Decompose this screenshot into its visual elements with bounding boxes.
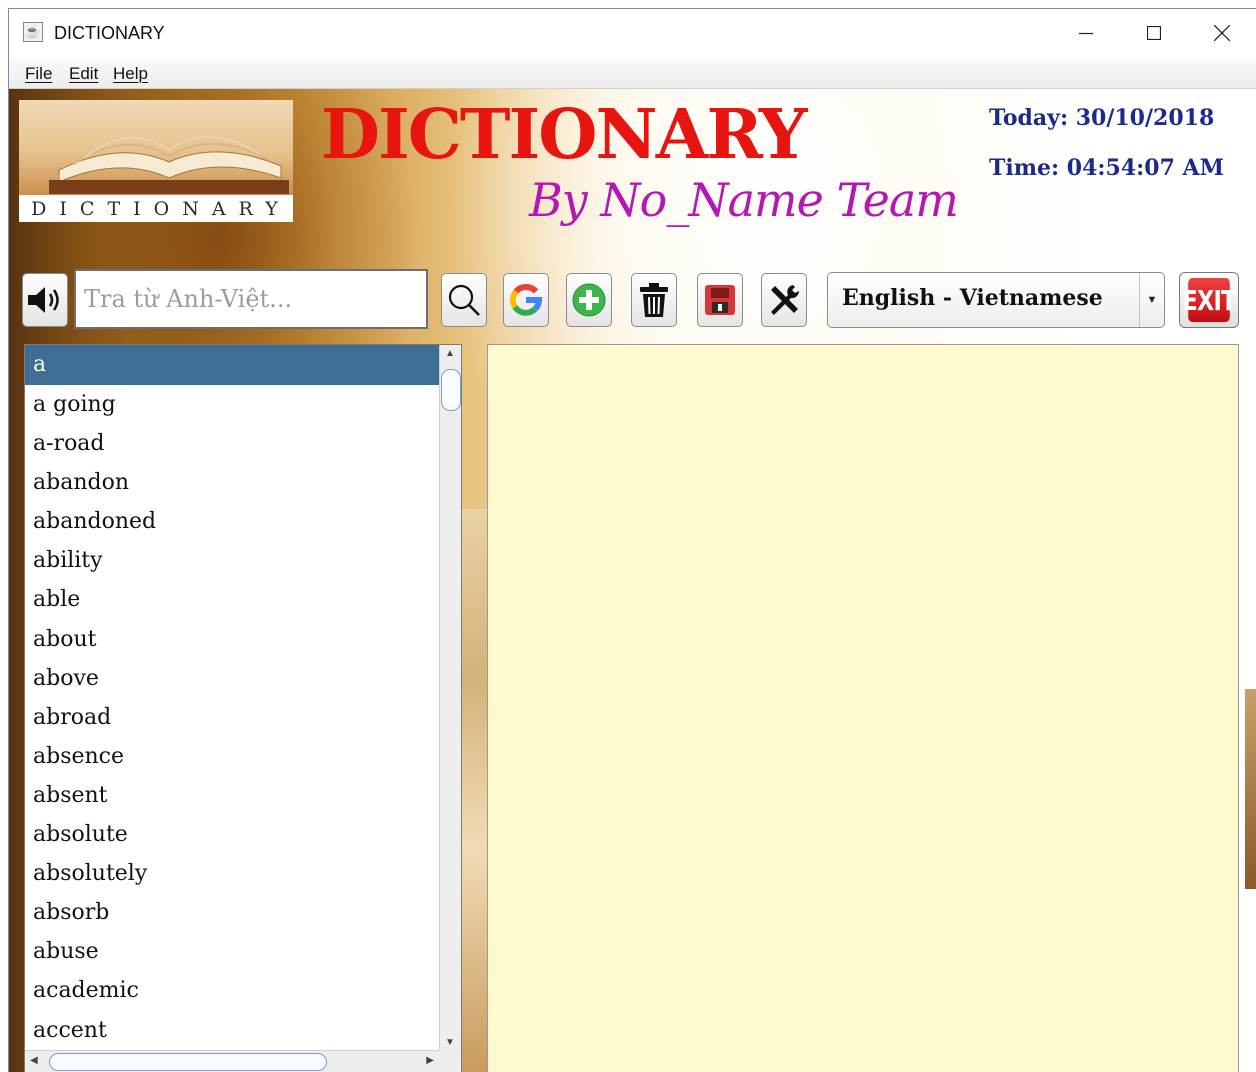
settings-button[interactable]	[761, 273, 807, 327]
minimize-button[interactable]	[1052, 9, 1120, 57]
save-button[interactable]	[697, 273, 743, 327]
minimize-icon	[1079, 32, 1093, 35]
java-app-icon: ☕	[23, 22, 43, 42]
menu-file[interactable]: File	[25, 64, 52, 84]
list-item[interactable]: academic	[25, 971, 439, 1010]
scroll-left-icon[interactable]: ◀	[30, 1055, 38, 1066]
scroll-down-icon[interactable]: ▼	[445, 1037, 455, 1048]
window-title: DICTIONARY	[54, 23, 165, 43]
pronounce-button[interactable]	[22, 273, 68, 327]
menu-edit[interactable]: Edit	[69, 64, 98, 84]
list-item[interactable]: absorb	[25, 893, 439, 932]
list-item[interactable]: abuse	[25, 932, 439, 971]
logo-band: DICTIONARY	[19, 195, 293, 222]
list-item[interactable]: a going	[25, 385, 439, 424]
search-button[interactable]	[441, 273, 487, 327]
list-item[interactable]: abandon	[25, 463, 439, 502]
language-selected: English - Vietnamese	[842, 285, 1103, 311]
open-book-icon	[49, 135, 289, 194]
today-label: Today: 30/10/2018	[989, 105, 1215, 131]
list-item[interactable]: absent	[25, 776, 439, 815]
maximize-button[interactable]	[1120, 9, 1188, 57]
add-word-button[interactable]	[566, 273, 612, 327]
list-item[interactable]: about	[25, 620, 439, 659]
meaning-pane[interactable]	[487, 344, 1239, 1072]
menu-help[interactable]: Help	[113, 64, 148, 84]
menu-bar: File Edit Help	[9, 57, 1256, 89]
save-icon	[705, 285, 735, 315]
background-book-edge	[1245, 689, 1256, 889]
scroll-up-icon[interactable]: ▲	[445, 348, 455, 359]
list-item[interactable]: a	[25, 345, 439, 385]
list-item[interactable]: above	[25, 659, 439, 698]
horizontal-scroll-thumb[interactable]	[49, 1053, 327, 1071]
app-heading: DICTIONARY	[321, 95, 807, 175]
list-item[interactable]: a-road	[25, 424, 439, 463]
list-item[interactable]: abandoned	[25, 502, 439, 541]
scrollbar-corner	[439, 1050, 461, 1072]
language-select[interactable]: English - Vietnamese ▼	[827, 272, 1165, 328]
title-bar: ☕ DICTIONARY	[9, 9, 1256, 57]
list-item[interactable]: abroad	[25, 698, 439, 737]
time-label: Time: 04:54:07 AM	[989, 155, 1224, 181]
search-icon	[448, 284, 480, 316]
app-subtitle: By No_Name Team	[529, 173, 959, 227]
exit-label: EXIT	[1183, 278, 1236, 322]
main-content: DICTIONARY DICTIONARY By No_Name Team To…	[9, 89, 1256, 1072]
delete-word-button[interactable]	[631, 273, 677, 327]
scroll-right-icon[interactable]: ▶	[426, 1055, 434, 1066]
google-translate-button[interactable]	[503, 273, 549, 327]
dropdown-arrow-icon: ▼	[1139, 273, 1164, 327]
app-window: ☕ DICTIONARY File Edit Help DICTIONARY D…	[8, 8, 1256, 1072]
exit-button[interactable]: EXIT	[1179, 272, 1239, 328]
maximize-icon	[1147, 26, 1161, 40]
logo-text: DICTIONARY	[31, 197, 291, 220]
word-list-vertical-scrollbar[interactable]: ▲ ▼	[439, 345, 461, 1051]
word-list: a a going a-road abandon abandoned abili…	[24, 344, 462, 1072]
speaker-icon	[28, 287, 59, 313]
tools-icon	[771, 285, 800, 315]
close-button[interactable]	[1188, 9, 1256, 57]
search-input[interactable]	[74, 269, 428, 329]
list-item[interactable]: absolute	[25, 815, 439, 854]
add-icon	[572, 283, 606, 317]
dictionary-logo: DICTIONARY	[19, 100, 293, 222]
close-icon	[1214, 25, 1230, 41]
trash-icon	[640, 283, 668, 317]
word-list-items: a a going a-road abandon abandoned abili…	[25, 345, 439, 1051]
list-item[interactable]: able	[25, 580, 439, 619]
word-list-horizontal-scrollbar[interactable]: ◀ ▶	[25, 1050, 439, 1072]
list-item[interactable]: absence	[25, 737, 439, 776]
list-item[interactable]: absolutely	[25, 854, 439, 893]
vertical-scroll-thumb[interactable]	[441, 369, 461, 411]
list-item[interactable]: ability	[25, 541, 439, 580]
google-icon	[509, 284, 543, 316]
list-item[interactable]: accent	[25, 1011, 439, 1050]
